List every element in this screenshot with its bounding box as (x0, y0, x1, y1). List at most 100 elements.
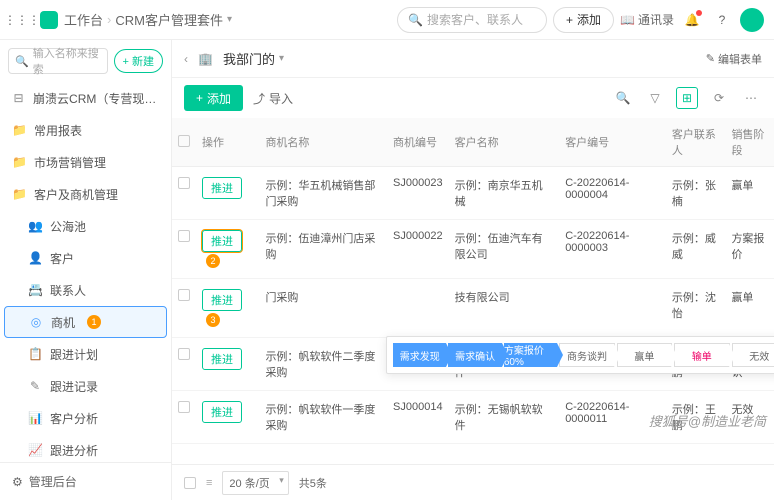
sidebar-item-跟进计划[interactable]: 📋跟进计划 (0, 338, 171, 370)
cell-contact: 示例：张楠 (666, 167, 726, 220)
stage-需求发现[interactable]: 需求发现 (393, 343, 446, 367)
sidebar-item-客户及商机管理[interactable]: 📁客户及商机管理 (0, 178, 171, 210)
batch-icon[interactable]: ≡ (206, 477, 212, 489)
cell-contact: 示例：威威 (666, 220, 726, 279)
plus-icon: + (566, 13, 573, 27)
push-button[interactable]: 推进 (202, 230, 242, 252)
select-all-checkbox[interactable] (178, 135, 190, 147)
select-all-checkbox[interactable] (184, 477, 196, 489)
table-row[interactable]: 推进2示例：伍迪漳州门店采购SJ000022示例：伍迪汽车有限公司C-20220… (172, 220, 774, 279)
folder-icon: ⊟ (12, 91, 25, 105)
new-button[interactable]: + 新建 (114, 49, 163, 73)
nav-label: 崩溃云CRM（专营现购） (33, 90, 159, 107)
stage-输单[interactable]: 输单 (674, 343, 729, 367)
search-placeholder: 搜索客户、联系人 (427, 11, 523, 28)
cell-contact: 示例：沈怡 (666, 279, 726, 338)
row-checkbox[interactable] (178, 289, 190, 301)
more-icon[interactable]: ⋯ (740, 87, 762, 109)
stage-需求确认[interactable]: 需求确认 (448, 343, 501, 367)
badge: 3 (206, 313, 220, 327)
sidebar-search[interactable]: 🔍 输入名称来搜索 (8, 48, 108, 74)
col-header[interactable]: 操作 (196, 118, 259, 167)
add-button[interactable]: + 添加 (553, 7, 614, 33)
add-record-label: 添加 (207, 90, 231, 107)
search-icon: 🔍 (408, 13, 423, 27)
table-row[interactable]: 推进3门采购技有限公司示例：沈怡赢单 (172, 279, 774, 338)
stage-赢单[interactable]: 赢单 (617, 343, 672, 367)
cell-code (387, 279, 449, 338)
edit-form-link[interactable]: ✎ 编辑表单 (706, 51, 762, 67)
sidebar-item-跟进分析[interactable]: 📈跟进分析 (0, 434, 171, 462)
badge: 1 (87, 315, 101, 329)
chevron-down-icon[interactable]: ▾ (227, 14, 232, 25)
nav-icon: ✎ (28, 379, 42, 393)
search-tool-icon[interactable]: 🔍 (612, 87, 634, 109)
cell-name: 门采购 (259, 279, 387, 338)
bell-icon[interactable]: 🔔 (680, 8, 704, 32)
push-button[interactable]: 推进 (202, 401, 242, 423)
push-button[interactable]: 推进 (202, 177, 242, 199)
row-checkbox[interactable] (178, 348, 190, 360)
sidebar-item-客户[interactable]: 👤客户 (0, 242, 171, 274)
cell-cust-code: C-20220614-0000003 (559, 220, 666, 279)
row-checkbox[interactable] (178, 230, 190, 242)
sidebar-item-商机[interactable]: ◎商机1 (4, 306, 167, 338)
filter-icon[interactable]: ▽ (644, 87, 666, 109)
nav-icon: 📋 (28, 347, 42, 361)
avatar[interactable] (740, 8, 764, 32)
col-header[interactable]: 商机编号 (387, 118, 449, 167)
app-logo (40, 11, 58, 29)
stage-无效[interactable]: 无效 (732, 343, 774, 367)
push-button[interactable]: 推进 (202, 348, 242, 370)
sidebar-item-联系人[interactable]: 📇联系人 (0, 274, 171, 306)
col-header[interactable]: 商机名称 (259, 118, 387, 167)
sidebar-item[interactable]: ⊟ 崩溃云CRM（专营现购） (0, 82, 171, 114)
nav-icon: 📊 (28, 411, 42, 425)
row-checkbox[interactable] (178, 177, 190, 189)
contacts-button[interactable]: 📖 通讯录 (620, 8, 674, 32)
stage-商务谈判[interactable]: 商务谈判 (559, 343, 614, 367)
nav-icon: 👥 (28, 219, 42, 233)
collapse-icon[interactable]: ‹ (184, 52, 188, 66)
dept-select[interactable]: 我部门的 ▾ (223, 49, 284, 68)
sidebar-item-跟进记录[interactable]: ✎跟进记录 (0, 370, 171, 402)
row-checkbox[interactable] (178, 401, 190, 413)
upload-icon: ⤴ (253, 90, 265, 107)
col-header[interactable]: 客户编号 (559, 118, 666, 167)
chevron-right-icon: › (107, 12, 111, 27)
nav-icon: 📈 (28, 443, 42, 457)
nav-label: 客户分析 (50, 410, 98, 427)
table-row[interactable]: 推进示例：华五机械销售部门采购SJ000023示例：南京华五机械C-202206… (172, 167, 774, 220)
import-button[interactable]: ⤴ 导入 (253, 90, 293, 107)
cell-cust-code: C-20220614-0000004 (559, 167, 666, 220)
cell-name: 示例：帆软软件二季度采购 (259, 338, 387, 391)
apps-icon[interactable]: ⋮⋮⋮ (10, 8, 34, 32)
col-header[interactable]: 销售阶段 (725, 118, 774, 167)
nav-icon: 📁 (12, 123, 26, 137)
edit-form-label: 编辑表单 (718, 51, 762, 67)
add-record-button[interactable]: + 添加 (184, 85, 243, 111)
page-size-select[interactable]: 20 条/页 (222, 471, 288, 495)
add-label: 添加 (577, 11, 601, 28)
col-header[interactable]: 客户名称 (449, 118, 560, 167)
sidebar-item-客户分析[interactable]: 📊 客户分析 (0, 402, 171, 434)
stage-popup: 需求发现需求确认方案报价 60%商务谈判赢单输单无效 (386, 336, 774, 374)
col-header[interactable]: 客户联系人 (666, 118, 726, 167)
gear-icon: ⚙ (12, 475, 23, 489)
nav-label: 客户及商机管理 (34, 186, 118, 203)
sidebar-item-市场营销管理[interactable]: 📁市场营销管理 (0, 146, 171, 178)
sidebar-item-常用报表[interactable]: 📁常用报表 (0, 114, 171, 146)
crumb-workbench[interactable]: 工作台 (64, 10, 103, 29)
search-icon: 🔍 (15, 55, 29, 68)
view-icon[interactable]: ⊞ (676, 87, 698, 109)
sidebar-item-公海池[interactable]: 👥公海池 (0, 210, 171, 242)
nav-label: 客户 (50, 250, 74, 267)
stage-方案报价 60%[interactable]: 方案报价 60% (504, 343, 557, 367)
search-input[interactable]: 🔍 搜索客户、联系人 (397, 7, 547, 33)
push-button[interactable]: 推进 (202, 289, 242, 311)
chevron-down-icon: ▾ (279, 53, 284, 64)
admin-link[interactable]: ⚙ 管理后台 (0, 462, 171, 500)
crumb-suite[interactable]: CRM客户管理套件 (115, 10, 223, 29)
help-icon[interactable]: ? (710, 8, 734, 32)
refresh-icon[interactable]: ⟳ (708, 87, 730, 109)
